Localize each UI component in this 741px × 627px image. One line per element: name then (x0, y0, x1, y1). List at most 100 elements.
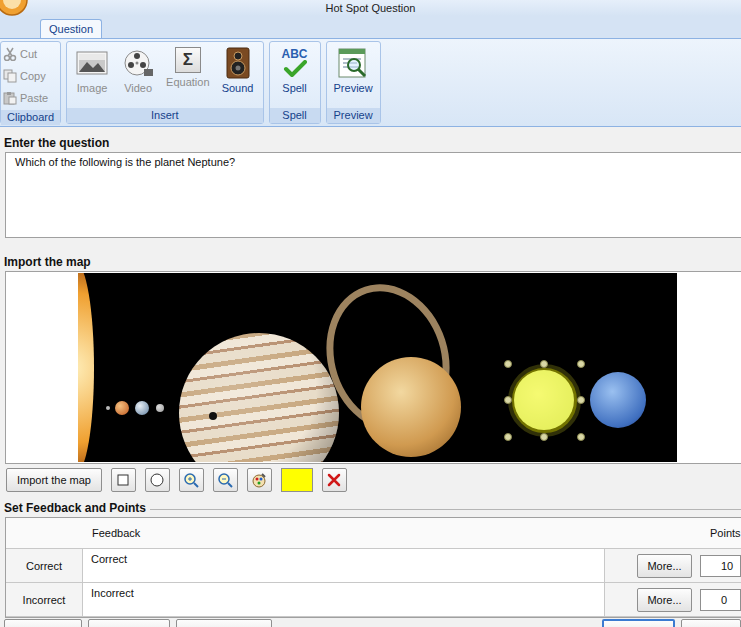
resize-handle[interactable] (504, 433, 512, 441)
feedback-group-title: Set Feedback and Points (0, 492, 741, 517)
footer-buttons (0, 618, 741, 627)
solar-system-photo[interactable] (78, 273, 677, 462)
zoom-out-button[interactable] (213, 468, 238, 492)
ribbon-icon: ABC (279, 47, 311, 79)
app-icon[interactable] (0, 0, 30, 16)
ribbon-button-label: Video (124, 82, 152, 94)
fill-color-swatch[interactable] (281, 468, 313, 492)
points-cell: 10 (700, 549, 741, 582)
ribbon-group-label: Preview (327, 108, 380, 123)
table-header: Feedback Points (6, 518, 741, 549)
ribbon-icon (122, 47, 154, 79)
points-input[interactable]: 10 (700, 555, 741, 577)
ribbon-button-label: Sound (222, 82, 254, 94)
points-cell: 0 (700, 583, 741, 616)
ribbon-group-body: ABC Spell (270, 42, 320, 108)
points-input[interactable]: 0 (700, 589, 741, 611)
ribbon-icon (76, 47, 108, 79)
ribbon-button[interactable]: Sound (216, 44, 260, 106)
ribbon-button-label: Equation (166, 76, 209, 88)
hotspot-region[interactable] (508, 364, 581, 437)
ribbon-button[interactable]: Preview (330, 44, 377, 106)
ribbon-group: Preview Preview (326, 41, 381, 124)
ribbon-icon: Σ (175, 47, 201, 73)
footer-button[interactable] (4, 619, 82, 627)
ellipse-tool-icon (149, 472, 165, 488)
ribbon-group-label: Spell (270, 108, 320, 123)
ribbon-group-label: Insert (67, 108, 262, 123)
footer-button[interactable] (602, 619, 675, 627)
feedback-table: FeedbackPointsCorrectCorrectMore...10Inc… (5, 517, 741, 618)
row-label: Incorrect (6, 583, 83, 616)
ribbon-group-body: Preview (327, 42, 380, 108)
ribbon-button[interactable]: Cut (3, 43, 58, 65)
resize-handle[interactable] (540, 360, 548, 368)
saturn (361, 357, 461, 457)
equation-glyph: Σ (183, 50, 193, 70)
ribbon-icon (3, 91, 17, 105)
footer-button[interactable] (681, 619, 741, 627)
button-cell: More... (605, 583, 700, 616)
ribbon-button[interactable]: Σ Equation (162, 44, 213, 106)
venus (115, 401, 129, 415)
more-button[interactable]: More... (637, 554, 692, 578)
delete-hotspot-button[interactable] (322, 468, 347, 492)
resize-handle[interactable] (577, 360, 585, 368)
resize-handle[interactable] (504, 360, 512, 368)
ribbon-button-label: Image (77, 82, 108, 94)
feedback-input[interactable]: Correct (83, 549, 605, 582)
question-label: Enter the question (0, 127, 741, 152)
header-cell: Points (699, 527, 741, 539)
resize-handle[interactable] (540, 433, 548, 441)
hotspot-circle (508, 364, 581, 437)
import-map-button[interactable]: Import the map (6, 468, 102, 492)
zoom-in-icon (183, 472, 199, 488)
map-area[interactable] (5, 271, 741, 464)
question-text: Which of the following is the planet Nep… (15, 156, 235, 168)
ribbon-button-label: Copy (20, 70, 46, 82)
neptune (590, 372, 646, 428)
resize-handle[interactable] (504, 396, 512, 404)
more-button[interactable]: More... (637, 588, 692, 612)
ellipse-tool-button[interactable] (145, 468, 170, 492)
ribbon-button-label: Cut (20, 48, 37, 60)
jupiter-moon-shadow (209, 412, 217, 420)
mars (156, 404, 164, 412)
spell-glyph: ABC (282, 48, 308, 60)
table-row: CorrectCorrectMore...10 (6, 549, 741, 583)
ribbon-icon (3, 69, 17, 83)
ribbon: CutCopyPasteClipboardImageVideoΣEquation… (0, 38, 741, 127)
footer-button[interactable] (88, 619, 170, 627)
color-palette-button[interactable] (247, 468, 272, 492)
ribbon-button-label: Spell (282, 82, 306, 94)
map-label: Import the map (0, 238, 741, 271)
footer-button[interactable] (176, 619, 272, 627)
ribbon-button[interactable]: Video (116, 44, 160, 106)
resize-handle[interactable] (577, 396, 585, 404)
table-row: IncorrectIncorrect More... 0 (6, 583, 741, 617)
ribbon-button[interactable]: Paste (3, 87, 58, 109)
window-title: Hot Spot Question (326, 2, 416, 14)
ribbon-button[interactable]: Image (70, 44, 114, 106)
ribbon-button[interactable]: ABC Spell (273, 44, 317, 106)
ribbon-group-body: Cut Copy Paste (1, 42, 60, 110)
feedback-title: Set Feedback and Points (4, 501, 146, 515)
color-palette-icon (251, 472, 267, 488)
checkmark-icon (283, 60, 307, 78)
feedback-input[interactable]: Incorrect (83, 583, 605, 616)
ribbon-icon (222, 47, 254, 79)
ribbon-button[interactable]: Copy (3, 65, 58, 87)
divider (150, 509, 741, 510)
header-cell: Feedback (82, 527, 604, 539)
rectangle-tool-button[interactable] (111, 468, 136, 492)
ribbon-tab[interactable]: Question (40, 19, 102, 38)
zoom-out-icon (217, 472, 233, 488)
sun (78, 273, 94, 462)
tab-bar: Question (0, 16, 741, 38)
ribbon-button-label: Preview (334, 82, 373, 94)
resize-handle[interactable] (577, 433, 585, 441)
zoom-in-button[interactable] (179, 468, 204, 492)
ribbon-group-body: Image Video Σ Equation Sound (67, 42, 262, 108)
ribbon-icon (337, 47, 369, 79)
question-input[interactable]: Which of the following is the planet Nep… (5, 152, 741, 238)
